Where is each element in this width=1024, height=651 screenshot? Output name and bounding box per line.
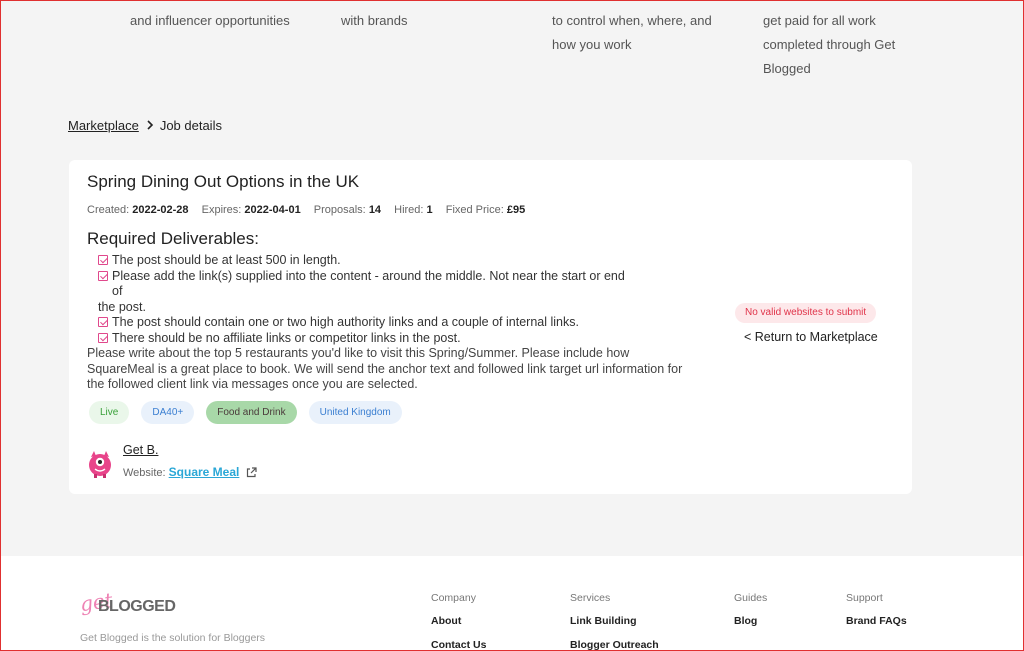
job-meta: Created: 2022-02-28 Expires: 2022-04-01 … bbox=[87, 204, 535, 216]
feature-2-text: with brands bbox=[341, 13, 408, 28]
external-link-icon[interactable] bbox=[246, 467, 258, 478]
breadcrumb-current: Job details bbox=[159, 118, 222, 133]
tag-country: United Kingdom bbox=[308, 401, 402, 424]
feature-4-line2: completed through Get bbox=[763, 37, 896, 52]
footer-column-support: Support Brand FAQs bbox=[846, 592, 907, 631]
feature-3-line2: how you work bbox=[552, 37, 632, 52]
deliverables-list: The post should be at least 500 in lengt… bbox=[98, 253, 638, 346]
breadcrumb-marketplace-link[interactable]: Marketplace bbox=[68, 118, 139, 133]
footer-heading: Services bbox=[570, 592, 611, 604]
feature-3-line1: to control when, where, and bbox=[552, 13, 712, 28]
footer-link-link-building[interactable]: Link Building bbox=[570, 615, 659, 631]
job-description: Please write about the top 5 restaurants… bbox=[87, 346, 683, 391]
footer-link-about[interactable]: About bbox=[431, 615, 486, 631]
footer-column-company: Company About Contact Us bbox=[431, 592, 486, 651]
job-card: Spring Dining Out Options in the UK Crea… bbox=[69, 160, 912, 494]
website-label: Website: bbox=[123, 467, 166, 479]
checkbox-checked-icon bbox=[98, 255, 108, 265]
feature-4-line1: get paid for all work bbox=[763, 13, 876, 28]
footer-tagline: Get Blogged is the solution for Bloggers bbox=[80, 632, 266, 644]
meta-expires: Expires: 2022-04-01 bbox=[201, 204, 301, 216]
feature-4-line3: Blogged bbox=[763, 61, 811, 76]
deliverable-item: The post should contain one or two high … bbox=[98, 315, 638, 331]
tag-list: Live DA40+ Food and Drink United Kingdom bbox=[89, 401, 414, 424]
feature-2: with brands bbox=[341, 9, 407, 33]
footer-link-blogger-outreach[interactable]: Blogger Outreach bbox=[570, 639, 659, 651]
avatar[interactable] bbox=[86, 448, 114, 478]
job-title: Spring Dining Out Options in the UK bbox=[87, 172, 360, 191]
deliverable-item: Please add the link(s) supplied into the… bbox=[98, 269, 638, 300]
footer-heading: Support bbox=[846, 592, 883, 604]
features-strip: and influencer opportunities with brands… bbox=[0, 0, 1024, 90]
footer-link-brand-faqs[interactable]: Brand FAQs bbox=[846, 615, 907, 631]
deliverable-item-continuation: the post. bbox=[98, 299, 146, 314]
status-badge: No valid websites to submit bbox=[735, 303, 877, 323]
footer-heading: Company bbox=[431, 592, 476, 604]
footer: get BLOGGED Get Blogged is the solution … bbox=[0, 556, 1024, 651]
footer-link-blog[interactable]: Blog bbox=[734, 615, 767, 631]
checkbox-checked-icon bbox=[98, 270, 108, 281]
tag-category: Food and Drink bbox=[206, 401, 297, 424]
return-to-marketplace-link[interactable]: < Return to Marketplace bbox=[744, 330, 878, 344]
feature-3: to control when, where, and how you work bbox=[552, 9, 712, 57]
logo[interactable]: get BLOGGED bbox=[78, 588, 180, 622]
tag-da: DA40+ bbox=[141, 401, 195, 424]
logo-blogged: BLOGGED bbox=[98, 598, 176, 615]
footer-link-contact[interactable]: Contact Us bbox=[431, 639, 486, 651]
meta-price: Fixed Price: £95 bbox=[445, 204, 526, 216]
feature-1: and influencer opportunities bbox=[130, 9, 290, 33]
footer-column-guides: Guides Blog bbox=[734, 592, 767, 631]
author-name[interactable]: Get B. bbox=[123, 443, 158, 457]
checkbox-checked-icon bbox=[98, 317, 108, 327]
footer-heading: Guides bbox=[734, 592, 768, 604]
website-link[interactable]: Square Meal bbox=[169, 465, 240, 479]
footer-column-services: Services Link Building Blogger Outreach bbox=[570, 592, 659, 651]
tag-live: Live bbox=[89, 401, 130, 424]
checkbox-checked-icon bbox=[98, 332, 108, 343]
breadcrumb: Marketplace Job details bbox=[68, 118, 222, 133]
feature-4: get paid for all work completed through … bbox=[763, 9, 895, 81]
meta-hired: Hired: 1 bbox=[394, 204, 433, 216]
feature-1-text: and influencer opportunities bbox=[130, 13, 290, 28]
meta-created: Created: 2022-02-28 bbox=[87, 204, 189, 216]
deliverable-item: There should be no affiliate links or co… bbox=[98, 331, 638, 347]
deliverable-item: The post should be at least 500 in lengt… bbox=[98, 253, 638, 269]
chevron-right-icon bbox=[147, 119, 154, 133]
meta-proposals: Proposals: 14 bbox=[313, 204, 382, 216]
deliverables-heading: Required Deliverables: bbox=[87, 229, 259, 248]
author-website: Website: Square Meal bbox=[123, 465, 258, 479]
